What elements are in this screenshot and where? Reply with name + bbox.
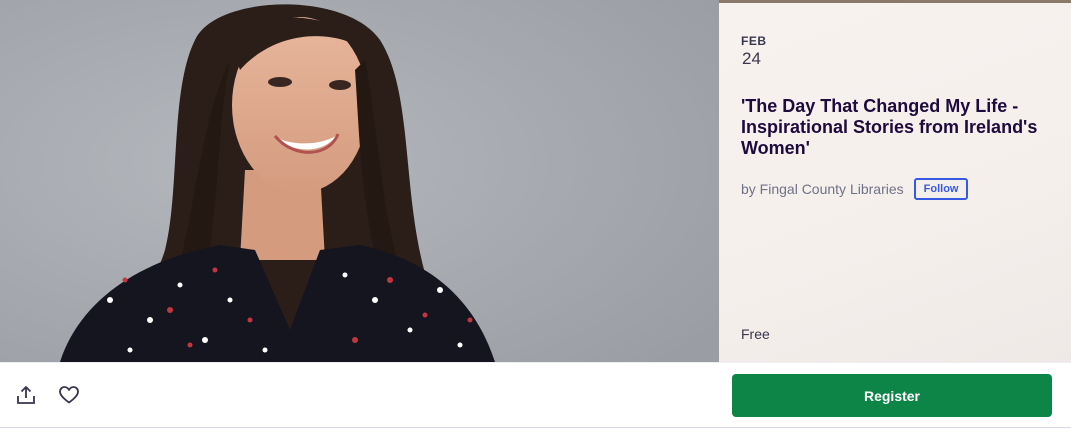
- event-hero: FEB 24 'The Day That Changed My Life - I…: [0, 0, 1071, 362]
- event-date-month: FEB: [741, 34, 767, 48]
- register-button[interactable]: Register: [732, 374, 1052, 417]
- event-price: Free: [741, 326, 770, 342]
- heart-icon: [59, 386, 79, 404]
- organizer-row: by Fingal County Libraries Follow: [741, 178, 969, 200]
- speaker-photo: [0, 0, 719, 362]
- follow-button[interactable]: Follow: [913, 178, 969, 200]
- event-image: [0, 0, 719, 362]
- event-title: 'The Day That Changed My Life - Inspirat…: [741, 96, 1038, 158]
- share-button[interactable]: [14, 383, 38, 407]
- action-bar: Register: [0, 362, 1071, 428]
- event-card: FEB 24 'The Day That Changed My Life - I…: [0, 0, 1071, 443]
- event-date-day: 24: [742, 49, 761, 68]
- organizer-name[interactable]: by Fingal County Libraries: [741, 181, 904, 197]
- event-info-panel: FEB 24 'The Day That Changed My Life - I…: [719, 0, 1071, 362]
- like-button[interactable]: [57, 383, 81, 407]
- share-icon: [17, 386, 35, 404]
